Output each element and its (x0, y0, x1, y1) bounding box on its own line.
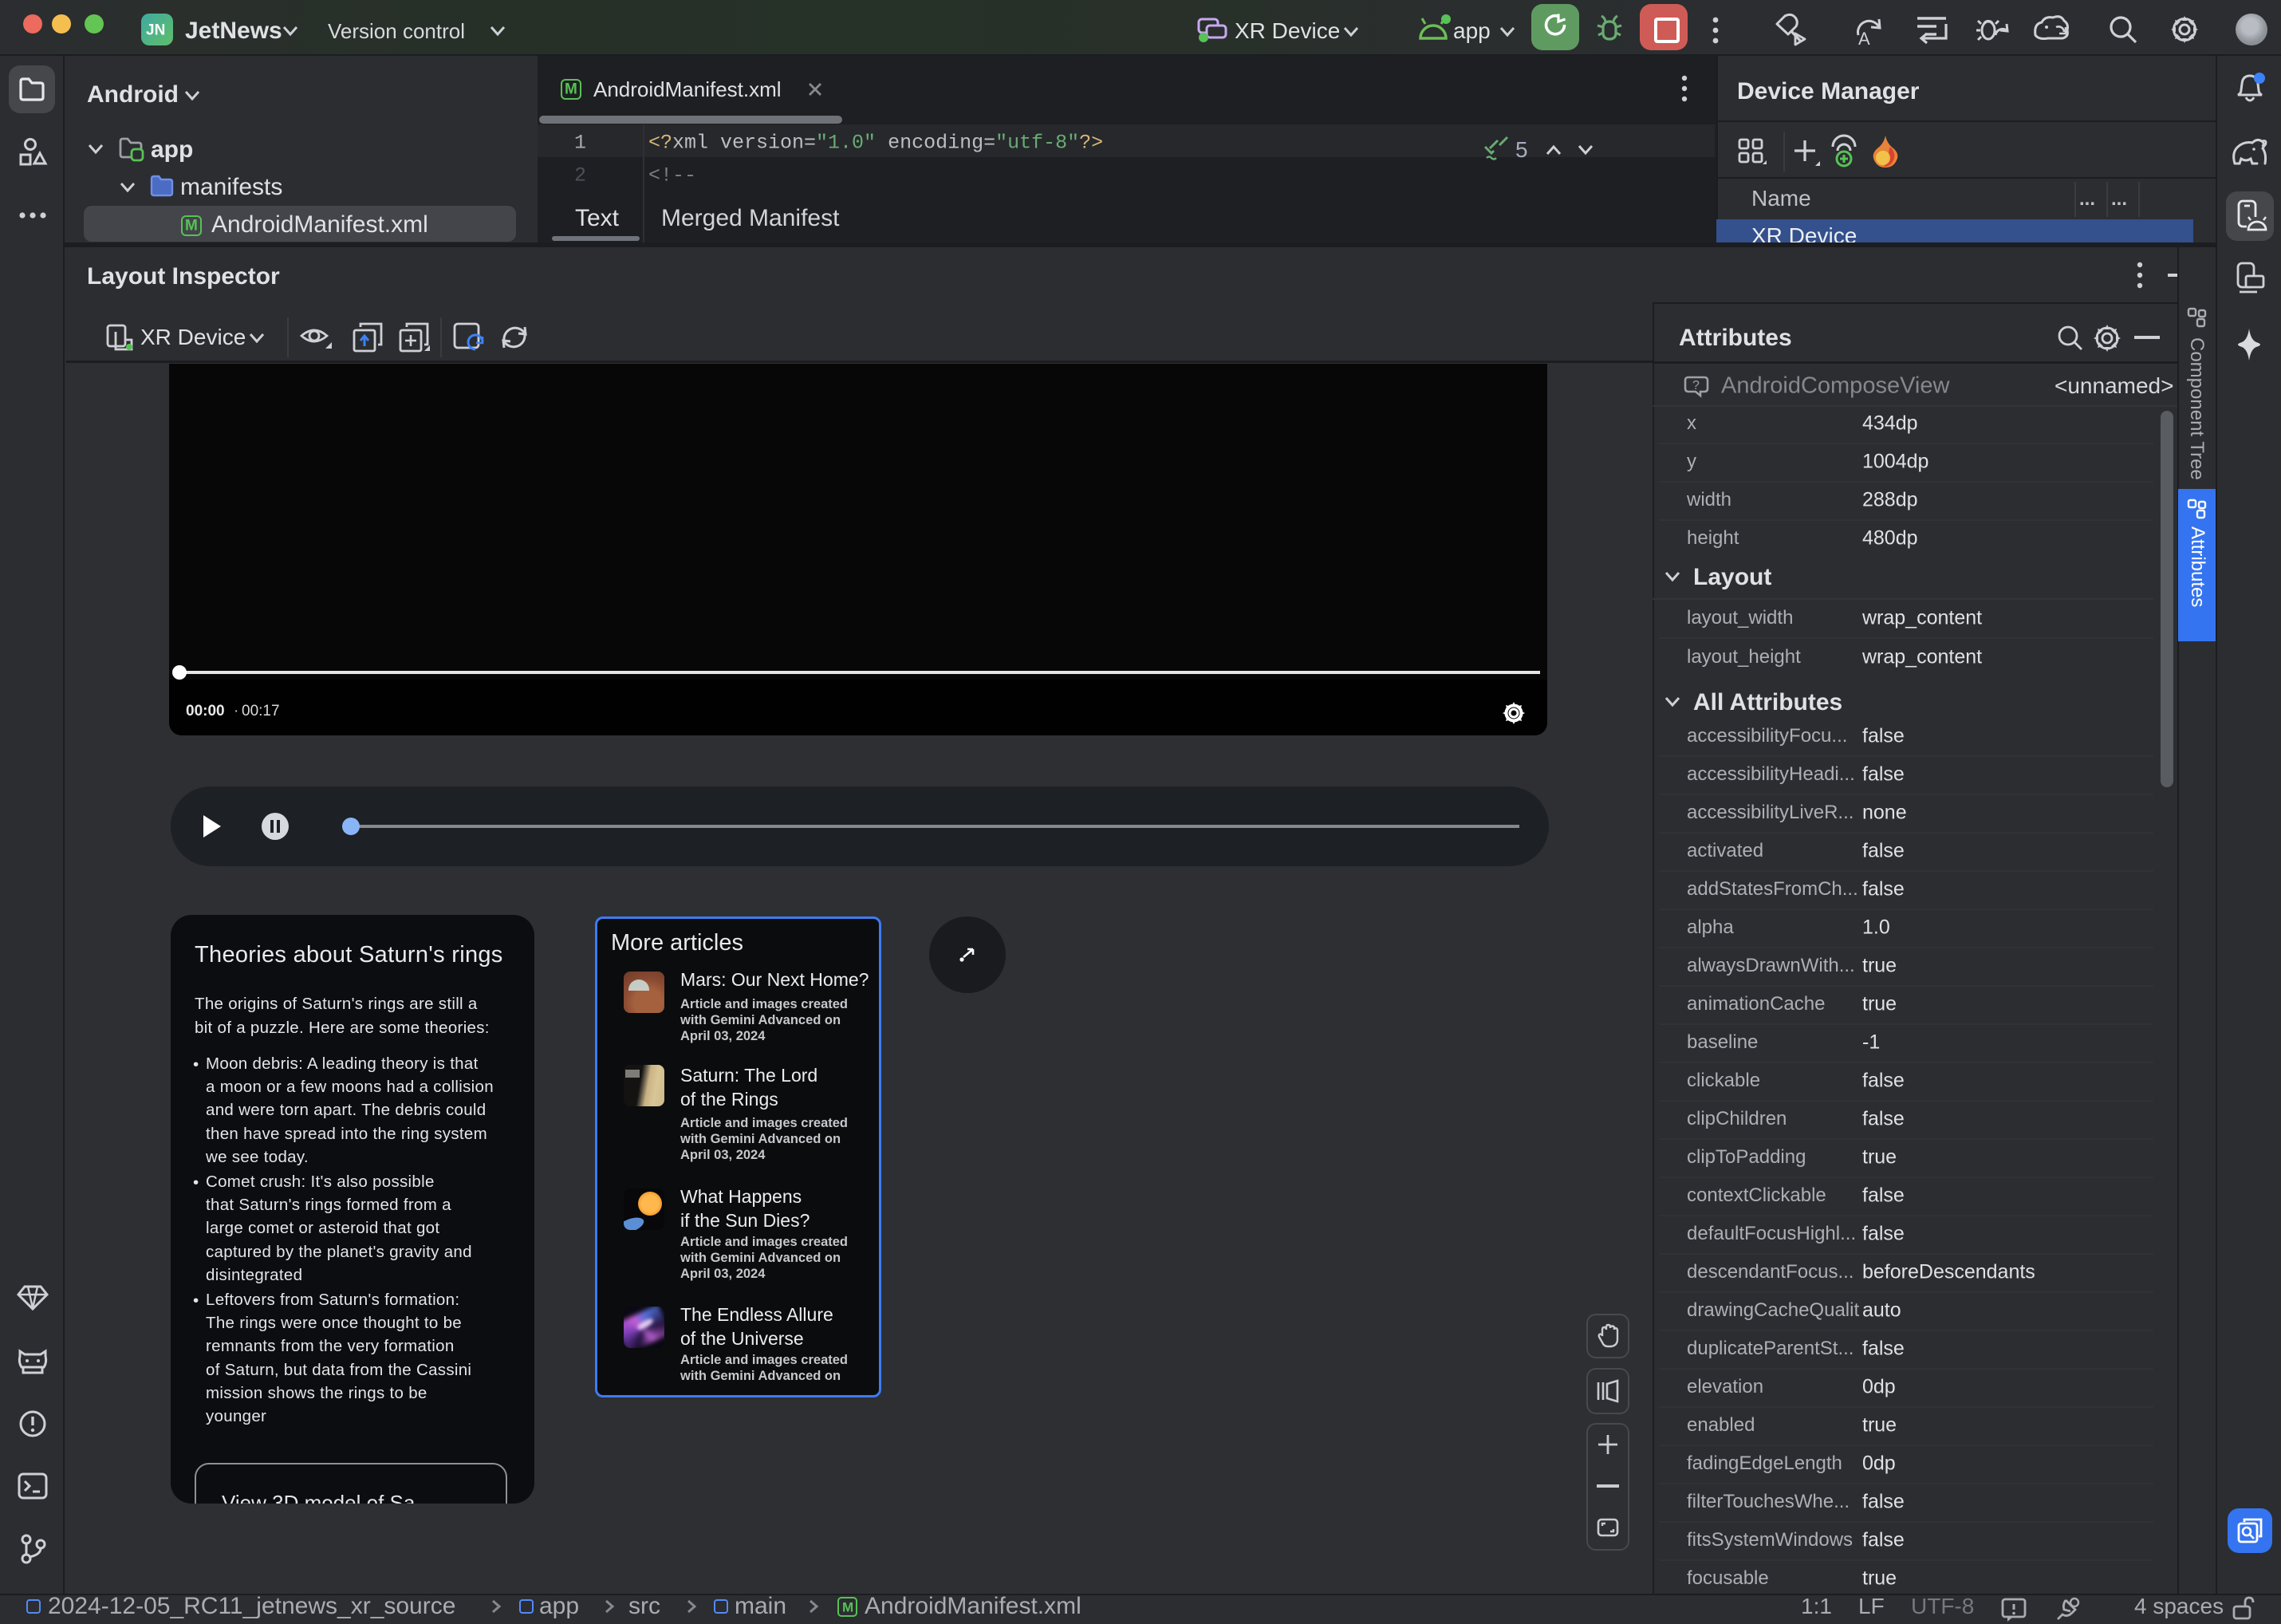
svg-text:?: ? (1692, 379, 1700, 392)
svg-text:A: A (1858, 29, 1870, 49)
